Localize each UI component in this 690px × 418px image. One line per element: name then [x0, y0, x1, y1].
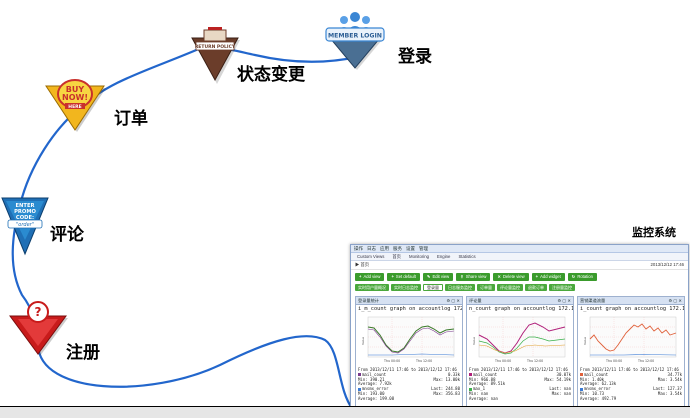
dashboard-tabs: 实时用户量概况 实时日志监控 登录量 日志服务监控 订单量 评论量监控 退款订单…	[351, 282, 688, 292]
dashboard-tab[interactable]: 订单量	[477, 284, 495, 291]
x-tick: Thu 12:00	[637, 359, 654, 363]
svg-text:CODE:: CODE:	[16, 215, 34, 221]
step-label-register: 注册	[66, 343, 100, 363]
panel-title: 评论量	[469, 298, 482, 303]
legend-row: Average: 199.08	[358, 395, 395, 401]
graph-1: Value Thu 00:00 Thu 12:00	[362, 316, 455, 363]
graph-3: Value Thu 00:00 Thu 12:00	[584, 316, 677, 363]
step-label-order: 订单	[114, 109, 148, 129]
dashboard-tab[interactable]: 实时日志监控	[391, 284, 421, 291]
comment-badge-caption: "order"	[16, 222, 34, 228]
view-toolbar: + Add view + Set default ✎ Edit view ⇪ Share…	[351, 270, 688, 282]
timestamp: 2013/12/12 17:46	[650, 262, 684, 267]
panel-title: 营销渠道流量	[580, 298, 606, 303]
panel-header: 登录量统计 ⚙ ▢ ✕	[356, 297, 462, 305]
breadcrumb[interactable]: ▶ 首页	[355, 261, 369, 269]
svg-text:NOW!: NOW!	[62, 93, 88, 102]
panel-controls-icon[interactable]: ⚙ ▢ ✕	[446, 297, 460, 304]
svg-text:Value: Value	[584, 337, 587, 345]
panel-title: 登录量统计	[358, 298, 379, 303]
widget-panel: 评论量 ⚙ ▢ ✕ n_count graph on accountlog 17…	[466, 296, 574, 407]
graph-2: Value Thu 00:00 Thu 12:00	[473, 316, 566, 363]
edit-view-button[interactable]: ✎ Edit view	[422, 273, 454, 281]
dashboard-tab-active[interactable]: 登录量	[423, 284, 443, 291]
monitor-tabs: Custom Views 首页 Monitoring Engine Statis…	[351, 253, 688, 261]
svg-text:Value: Value	[362, 337, 365, 345]
menu-item[interactable]: 日志	[367, 245, 376, 252]
legend: From 2013/12/11 17:46 to 2013/12/12 17:4…	[469, 367, 571, 402]
x-tick: Thu 00:00	[494, 359, 511, 363]
panel-controls-icon[interactable]: ⚙ ▢ ✕	[668, 297, 682, 304]
monitor-title: 监控系统	[632, 226, 676, 239]
panel-header: 营销渠道流量 ⚙ ▢ ✕	[578, 297, 684, 305]
dashboard-tab[interactable]: 评论量监控	[497, 284, 523, 291]
svg-text:Value: Value	[473, 337, 476, 345]
status-change-badge: RETURN POLICY	[190, 26, 242, 86]
legend-row: Average: nan	[469, 395, 498, 401]
panel-header: 评论量 ⚙ ▢ ✕	[467, 297, 573, 305]
dashboard-tab[interactable]: 注册量监控	[549, 284, 575, 291]
dashboard-tab[interactable]: 实时用户量概况	[355, 284, 389, 291]
tab-statistics[interactable]: Statistics	[458, 253, 475, 260]
graph-title: i_m_count graph on accountlog 172.17.33	[358, 306, 463, 312]
order-badge: BUY NOW! HERE	[44, 74, 110, 136]
tab-monitoring[interactable]: Monitoring	[409, 253, 429, 260]
login-badge: MEMBER LOGIN	[324, 10, 388, 72]
menu-item[interactable]: 操作	[354, 245, 363, 252]
svg-text:MEMBER LOGIN: MEMBER LOGIN	[328, 33, 382, 40]
x-tick: Thu 00:00	[383, 359, 400, 363]
monitor-location-bar: ▶ 首页 2013/12/12 17:46	[351, 261, 688, 270]
x-tick: Thu 12:00	[415, 359, 432, 363]
widget-panels: 登录量统计 ⚙ ▢ ✕ i_m_count graph on accountlo…	[355, 296, 685, 407]
legend-row: Average: 492.79	[580, 395, 617, 401]
register-badge-text: ?	[35, 305, 42, 319]
tab-custom-views[interactable]: Custom Views	[357, 253, 384, 260]
step-label-comment: 评论	[50, 225, 84, 245]
member-login-icon: MEMBER LOGIN	[325, 12, 385, 70]
monitor-menubar: 操作 日志 应用 服务 设置 管理	[351, 245, 688, 253]
x-tick: Thu 12:00	[526, 359, 543, 363]
menu-item[interactable]: 服务	[393, 245, 402, 252]
set-default-button[interactable]: + Set default	[387, 273, 420, 281]
graph-title: i_count graph on accountlog 172.17.33	[580, 306, 685, 312]
comment-badge: ENTER PROMO CODE: "order"	[0, 190, 50, 260]
question-icon: ?	[9, 301, 68, 356]
return-policy-icon: RETURN POLICY	[191, 27, 240, 84]
x-tick: Thu 00:00	[605, 359, 622, 363]
add-view-button[interactable]: + Add view	[355, 273, 385, 281]
menu-item[interactable]: 管理	[419, 245, 428, 252]
bottom-bar	[0, 407, 690, 418]
buy-now-icon: BUY NOW! HERE	[45, 79, 106, 132]
promo-code-icon: ENTER PROMO CODE: "order"	[1, 197, 49, 256]
step-label-login: 登录	[398, 47, 432, 67]
dashboard-tab[interactable]: 退款订单	[525, 284, 547, 291]
graph-title: n_count graph on accountlog 172.17.33	[469, 306, 574, 312]
legend: From 2013/12/11 17:46 to 2013/12/12 17:4…	[580, 367, 682, 402]
share-view-button[interactable]: ⇪ Share view	[456, 273, 491, 281]
rotation-button[interactable]: ↻ Rotation	[567, 273, 597, 281]
tab-home[interactable]: 首页	[392, 253, 401, 260]
menu-item[interactable]: 设置	[406, 245, 415, 252]
widget-panel: 登录量统计 ⚙ ▢ ✕ i_m_count graph on accountlo…	[355, 296, 463, 407]
delete-view-button[interactable]: ✕ Delete view	[493, 273, 529, 281]
dashboard-tab[interactable]: 日志服务监控	[445, 284, 475, 291]
step-label-status-change: 状态变更	[237, 65, 305, 85]
monitor-screenshot: 操作 日志 应用 服务 设置 管理 Custom Views 首页 Monito…	[350, 244, 689, 408]
menu-item[interactable]: 应用	[380, 245, 389, 252]
add-widget-button[interactable]: + Add widget	[531, 273, 565, 281]
register-badge: ?	[8, 300, 72, 360]
tab-engine[interactable]: Engine	[437, 253, 450, 260]
widget-panel: 营销渠道流量 ⚙ ▢ ✕ i_count graph on accountlog…	[577, 296, 685, 407]
order-badge-caption: HERE	[68, 104, 81, 110]
panel-controls-icon[interactable]: ⚙ ▢ ✕	[557, 297, 571, 304]
svg-text:RETURN POLICY: RETURN POLICY	[195, 44, 236, 50]
legend: From 2013/12/11 17:46 to 2013/12/12 17:4…	[358, 367, 460, 402]
